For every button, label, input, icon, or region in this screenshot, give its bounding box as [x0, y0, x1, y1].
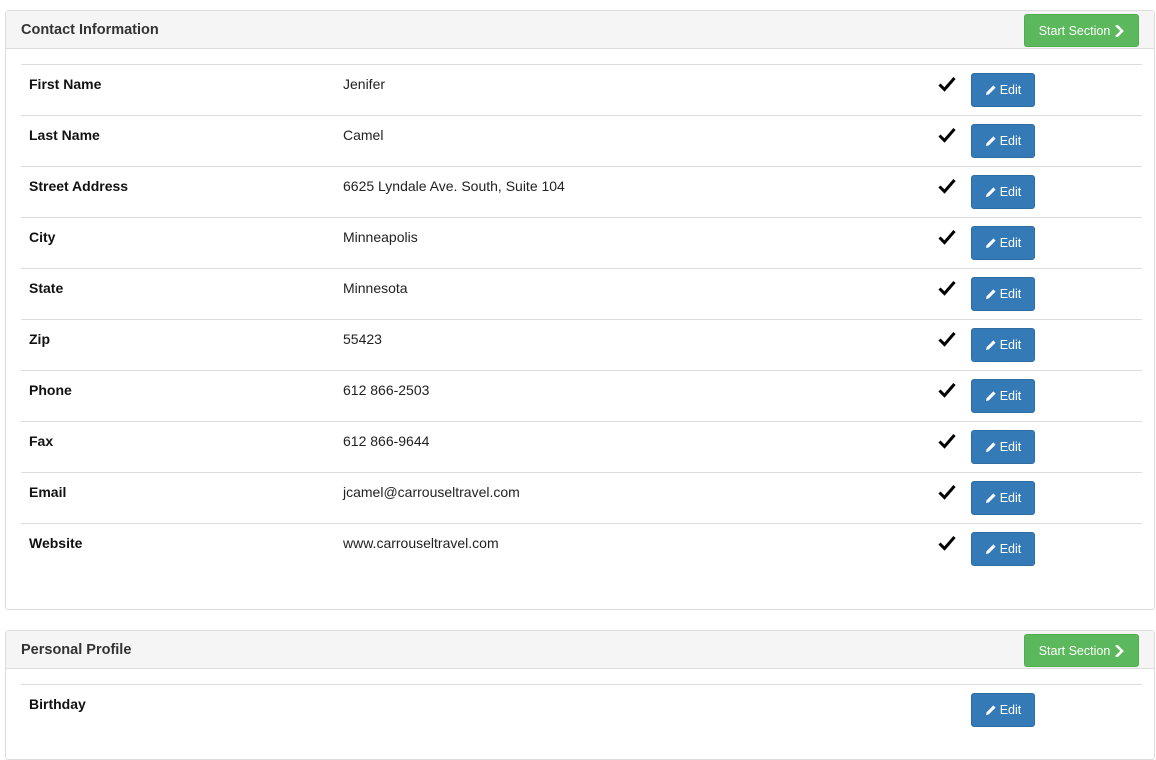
field-row: Street Address 6625 Lyndale Ave. South, S…	[21, 166, 1142, 217]
field-value: 55423	[343, 331, 382, 347]
field-label: Birthday	[29, 696, 86, 712]
chevron-right-icon	[1115, 644, 1125, 657]
field-value: Minneapolis	[343, 229, 418, 245]
edit-button-label: Edit	[999, 703, 1022, 717]
checkmark-icon	[938, 382, 956, 398]
field-label: Street Address	[29, 178, 129, 194]
edit-button[interactable]: Edit	[971, 430, 1035, 464]
field-row: Last Name Camel Edit	[21, 115, 1142, 166]
edit-button-label: Edit	[999, 542, 1022, 556]
field-row: Website www.carrouseltravel.com Edit	[21, 523, 1142, 574]
edit-button[interactable]: Edit	[971, 226, 1035, 260]
field-label: First Name	[29, 76, 102, 92]
checkmark-icon	[938, 535, 956, 551]
field-label: State	[29, 280, 64, 296]
start-section-button[interactable]: Start Section	[1024, 634, 1139, 667]
checkmark-icon	[938, 229, 956, 245]
checkmark-icon	[938, 127, 956, 143]
checkmark-icon	[938, 178, 956, 194]
checkmark-icon	[938, 76, 956, 92]
edit-button-label: Edit	[999, 491, 1022, 505]
checkmark-icon	[938, 484, 956, 500]
edit-button[interactable]: Edit	[971, 277, 1035, 311]
field-value: Jenifer	[343, 76, 386, 92]
edit-button[interactable]: Edit	[971, 124, 1035, 158]
field-list: First Name Jenifer Edit Last Name Camel Edit S…	[21, 64, 1142, 574]
chevron-right-icon	[1115, 24, 1125, 37]
start-section-button[interactable]: Start Section	[1024, 14, 1139, 47]
edit-button[interactable]: Edit	[971, 481, 1035, 515]
field-value: Minnesota	[343, 280, 408, 296]
field-row: City Minneapolis Edit	[21, 217, 1142, 268]
field-value: Camel	[343, 127, 384, 143]
start-section-label: Start Section	[1038, 643, 1111, 658]
pencil-icon	[985, 543, 997, 555]
field-label: Website	[29, 535, 83, 551]
pencil-icon	[985, 339, 997, 351]
field-value: 6625 Lyndale Ave. South, Suite 104	[343, 178, 565, 194]
edit-button-label: Edit	[999, 389, 1022, 403]
field-value: www.carrouseltravel.com	[343, 535, 499, 551]
field-label: City	[29, 229, 56, 245]
pencil-icon	[985, 704, 997, 716]
field-value: 612 866-2503	[343, 382, 430, 398]
edit-button[interactable]: Edit	[971, 379, 1035, 413]
checkmark-icon	[938, 433, 956, 449]
edit-button[interactable]: Edit	[971, 693, 1035, 727]
edit-button[interactable]: Edit	[971, 175, 1035, 209]
personal-profile-panel: Personal Profile Start Section Birthday E…	[5, 630, 1155, 760]
field-value: 612 866-9644	[343, 433, 430, 449]
contact-information-panel: Contact Information Start Section First …	[5, 10, 1155, 610]
field-label: Email	[29, 484, 67, 500]
edit-button-label: Edit	[999, 185, 1022, 199]
edit-button[interactable]: Edit	[971, 73, 1035, 107]
pencil-icon	[985, 288, 997, 300]
panel-title: Contact Information	[21, 22, 159, 38]
panel-heading: Contact Information Start Section	[6, 11, 1154, 49]
edit-button-label: Edit	[999, 134, 1022, 148]
field-label: Fax	[29, 433, 54, 449]
checkmark-icon	[938, 331, 956, 347]
pencil-icon	[985, 84, 997, 96]
edit-button-label: Edit	[999, 440, 1022, 454]
field-label: Phone	[29, 382, 72, 398]
field-label: Last Name	[29, 127, 100, 143]
field-row: First Name Jenifer Edit	[21, 64, 1142, 115]
field-value: jcamel@carrouseltravel.com	[343, 484, 520, 500]
field-row: Birthday Edit	[21, 684, 1142, 735]
checkmark-icon	[938, 280, 956, 296]
edit-button-label: Edit	[999, 236, 1022, 250]
field-row: Email jcamel@carrouseltravel.com Edit	[21, 472, 1142, 523]
pencil-icon	[985, 441, 997, 453]
edit-button[interactable]: Edit	[971, 328, 1035, 362]
field-list: Birthday Edit	[21, 684, 1142, 735]
panel-title: Personal Profile	[21, 642, 132, 658]
panel-heading: Personal Profile Start Section	[6, 631, 1154, 669]
pencil-icon	[985, 390, 997, 402]
start-section-label: Start Section	[1038, 23, 1111, 38]
edit-button[interactable]: Edit	[971, 532, 1035, 566]
pencil-icon	[985, 492, 997, 504]
field-label: Zip	[29, 331, 50, 347]
edit-button-label: Edit	[999, 287, 1022, 301]
field-row: State Minnesota Edit	[21, 268, 1142, 319]
edit-button-label: Edit	[999, 338, 1022, 352]
field-row: Phone 612 866-2503 Edit	[21, 370, 1142, 421]
pencil-icon	[985, 186, 997, 198]
pencil-icon	[985, 237, 997, 249]
field-row: Fax 612 866-9644 Edit	[21, 421, 1142, 472]
edit-button-label: Edit	[999, 83, 1022, 97]
pencil-icon	[985, 135, 997, 147]
field-row: Zip 55423 Edit	[21, 319, 1142, 370]
